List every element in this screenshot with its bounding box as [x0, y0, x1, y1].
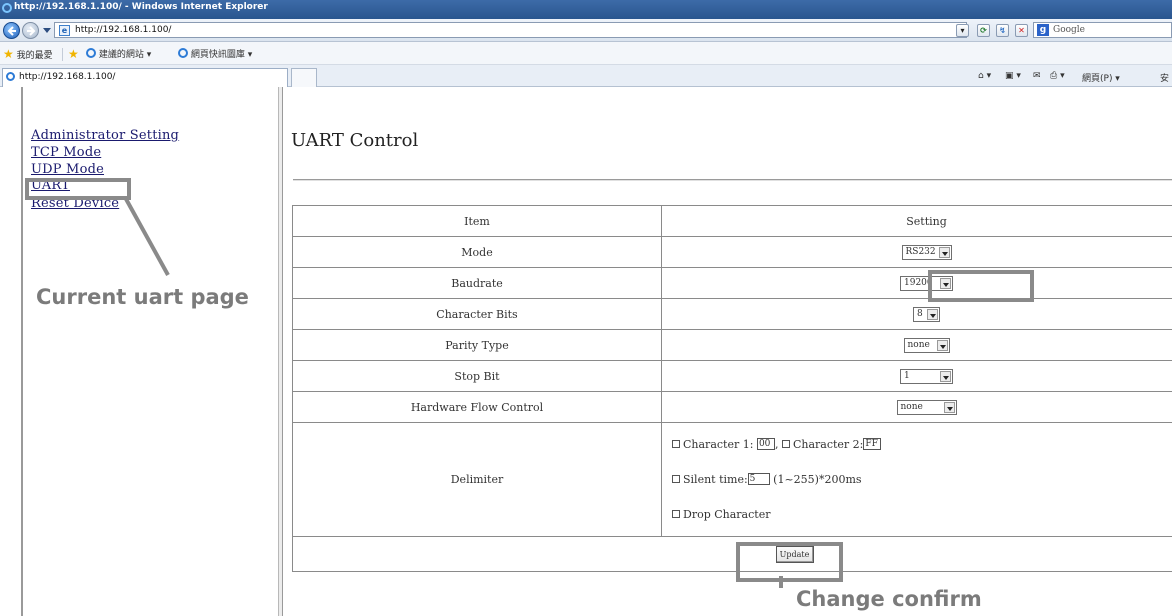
annotation-current-uart-page: Current uart page [36, 285, 249, 309]
annotation-change-confirm: Change confirm [796, 587, 982, 611]
annotation-update-highlight [736, 542, 843, 582]
annotation-baudrate-highlight [928, 270, 1034, 302]
